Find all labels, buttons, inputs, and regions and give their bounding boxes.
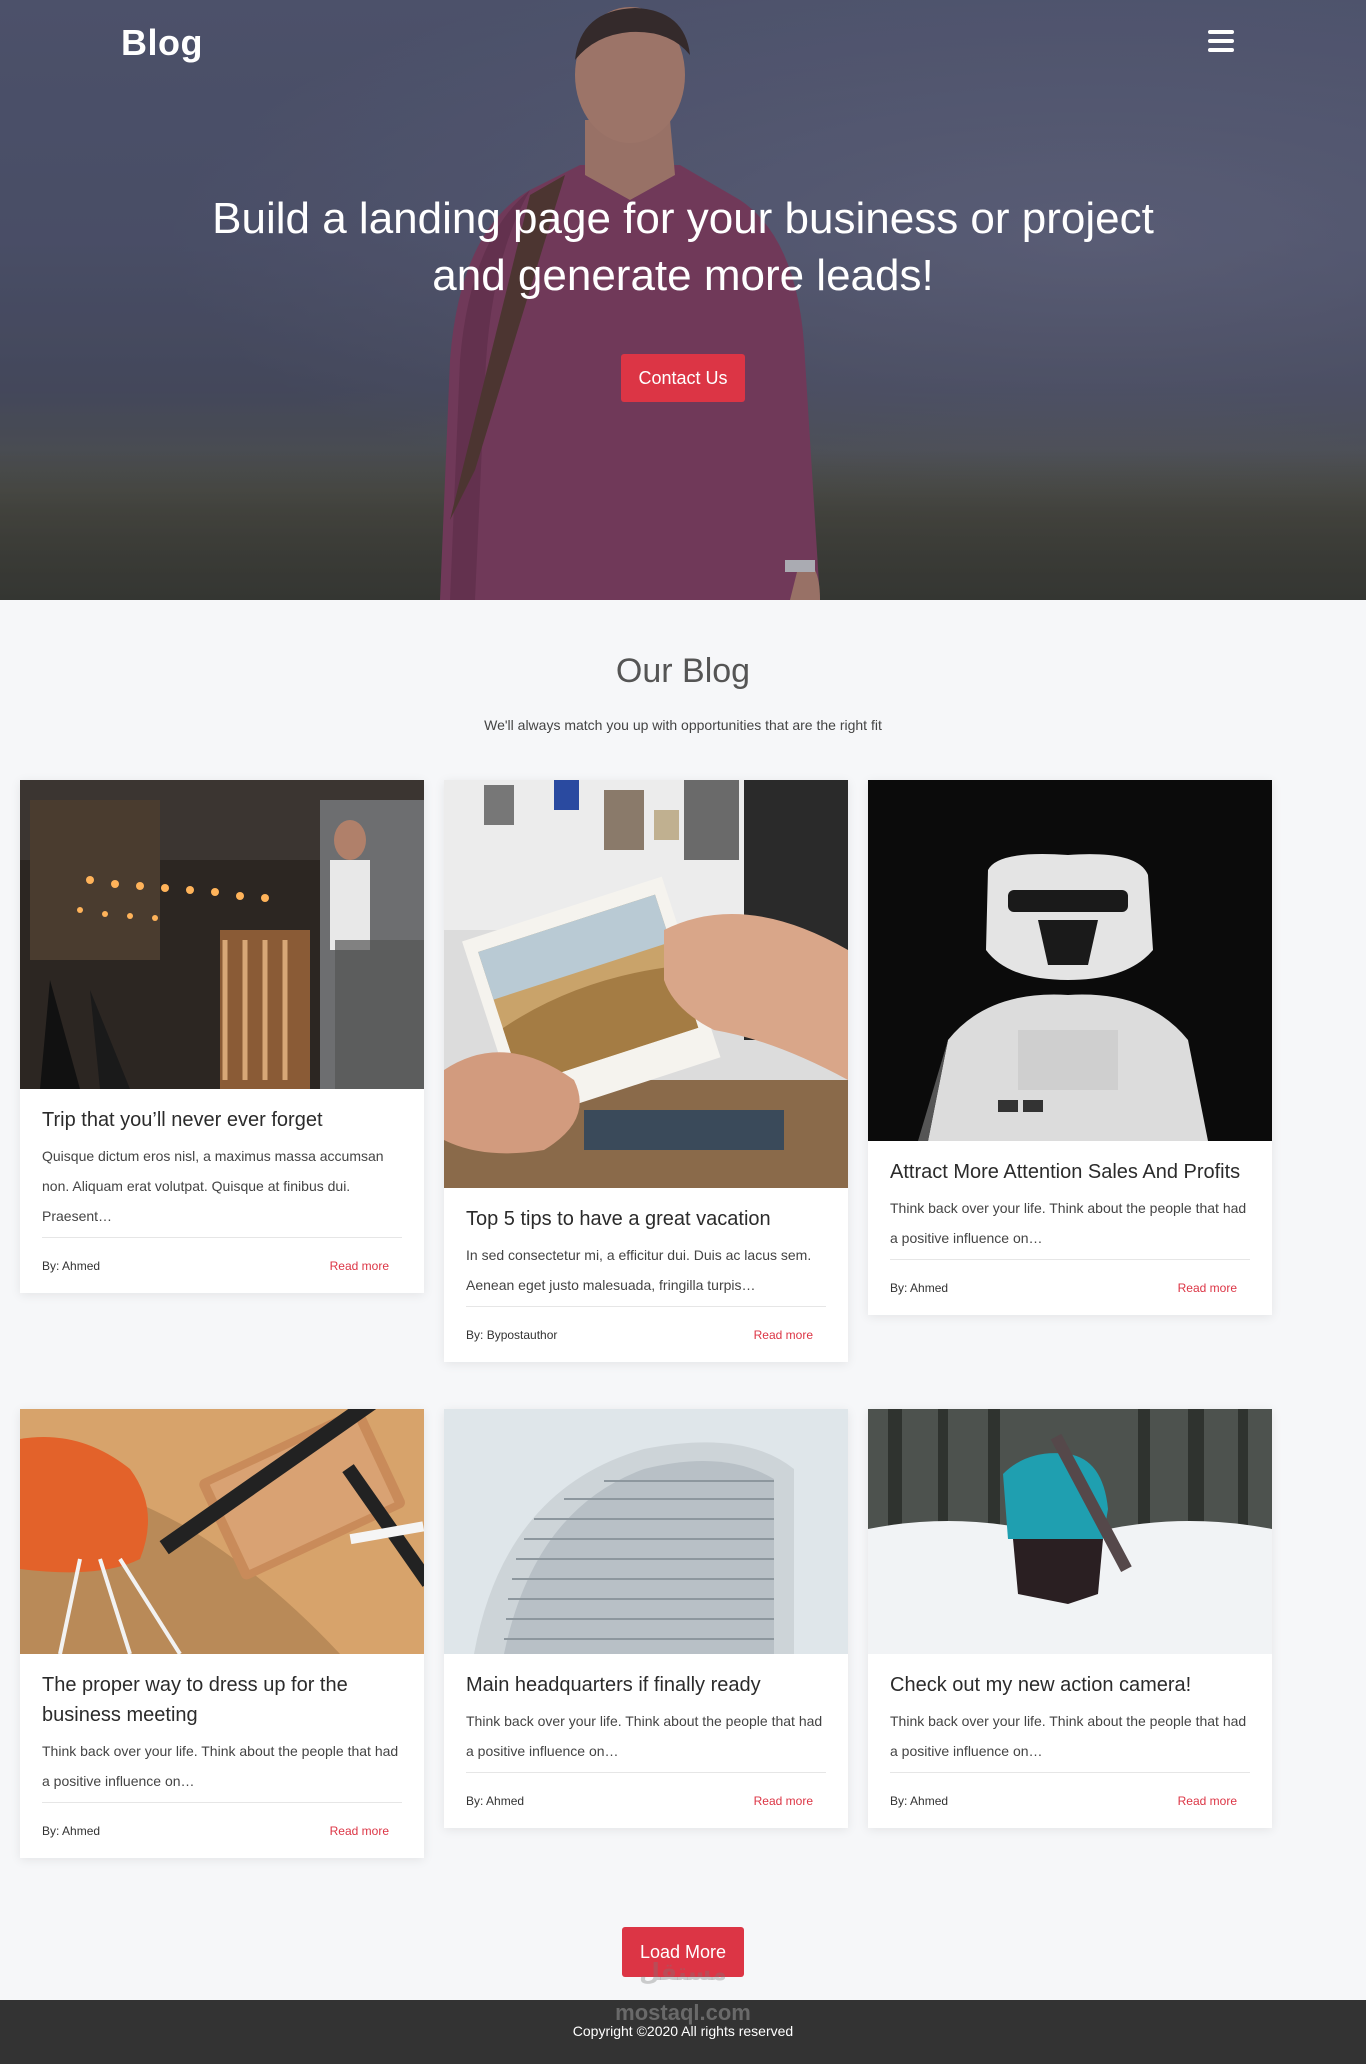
- blog-card[interactable]: Trip that you’ll never ever forget Quisq…: [20, 780, 424, 1293]
- author-name: Ahmed: [486, 1793, 525, 1808]
- card-footer: By: Bypostauthor Read more: [466, 1306, 826, 1362]
- post-author: By: Ahmed: [42, 1259, 100, 1273]
- post-excerpt: Quisque dictum eros nisl, a maximus mass…: [42, 1148, 384, 1224]
- post-author: By: Ahmed: [466, 1794, 524, 1808]
- post-title[interactable]: The proper way to dress up for the busin…: [42, 1670, 402, 1730]
- blog-card[interactable]: Top 5 tips to have a great vacation In s…: [444, 780, 848, 1362]
- hamburger-menu-icon[interactable]: [1208, 30, 1234, 52]
- post-image-building[interactable]: [444, 1409, 848, 1654]
- hero-section: Blog Build a landing page for your busin…: [0, 0, 1366, 600]
- card-body: Attract More Attention Sales And Profits…: [868, 1141, 1272, 1315]
- post-excerpt: In sed consectetur mi, a efficitur dui. …: [466, 1247, 812, 1293]
- post-image-photo-print[interactable]: [444, 780, 848, 1188]
- card-body: Top 5 tips to have a great vacation In s…: [444, 1188, 848, 1362]
- contact-us-button[interactable]: Contact Us: [621, 354, 745, 402]
- author-name: Ahmed: [910, 1280, 949, 1295]
- post-image-stormtrooper[interactable]: [868, 780, 1272, 1141]
- post-image-restaurant[interactable]: [20, 780, 424, 1089]
- post-image-desk[interactable]: [20, 1409, 424, 1654]
- post-author: By: Ahmed: [890, 1794, 948, 1808]
- read-more-link[interactable]: Read more: [1178, 1281, 1237, 1295]
- read-more-link[interactable]: Read more: [1178, 1794, 1237, 1808]
- post-author: By: Bypostauthor: [466, 1328, 557, 1342]
- author-name: Bypostauthor: [486, 1327, 558, 1342]
- post-author: By: Ahmed: [890, 1281, 948, 1295]
- post-image: [868, 780, 1272, 1141]
- by-label: By:: [42, 1823, 60, 1838]
- blog-card[interactable]: Main headquarters if finally ready Think…: [444, 1409, 848, 1828]
- blog-subheading: We'll always match you up with opportuni…: [484, 717, 882, 733]
- post-image: [20, 780, 424, 1089]
- author-name: Ahmed: [62, 1258, 101, 1273]
- read-more-link[interactable]: Read more: [754, 1794, 813, 1808]
- menu-bar: [1208, 30, 1234, 34]
- card-footer: By: Ahmed Read more: [42, 1802, 402, 1858]
- post-excerpt: Think back over your life. Think about t…: [890, 1200, 1247, 1246]
- by-label: By:: [42, 1258, 60, 1273]
- card-footer: By: Ahmed Read more: [890, 1772, 1250, 1828]
- hero-title: Build a landing page for your business o…: [212, 194, 1154, 300]
- card-body: Check out my new action camera! Think ba…: [868, 1654, 1272, 1828]
- card-footer: By: Ahmed Read more: [466, 1772, 826, 1828]
- blog-heading: Our Blog: [615, 652, 751, 690]
- post-title[interactable]: Trip that you’ll never ever forget: [42, 1105, 402, 1135]
- by-label: By:: [890, 1280, 908, 1295]
- post-image-snow-hiker[interactable]: [868, 1409, 1272, 1654]
- card-body: The proper way to dress up for the busin…: [20, 1654, 424, 1858]
- read-more-link[interactable]: Read more: [330, 1259, 389, 1273]
- copyright-text: Copyright ©2020 All rights reserved: [572, 2023, 794, 2039]
- blog-card[interactable]: Attract More Attention Sales And Profits…: [868, 780, 1272, 1315]
- post-image: [20, 1409, 424, 1654]
- by-label: By:: [466, 1327, 484, 1342]
- by-label: By:: [890, 1793, 908, 1808]
- post-image: [444, 780, 848, 1188]
- card-body: Trip that you’ll never ever forget Quisq…: [20, 1089, 424, 1293]
- watermark-arabic: مستقل: [639, 1959, 727, 1986]
- card-body: Main headquarters if finally ready Think…: [444, 1654, 848, 1828]
- menu-bar: [1208, 39, 1234, 43]
- post-excerpt: Think back over your life. Think about t…: [890, 1713, 1247, 1759]
- read-more-link[interactable]: Read more: [330, 1824, 389, 1838]
- post-title[interactable]: Top 5 tips to have a great vacation: [466, 1204, 826, 1234]
- post-title[interactable]: Attract More Attention Sales And Profits: [890, 1157, 1250, 1187]
- post-excerpt: Think back over your life. Think about t…: [42, 1743, 399, 1789]
- site-logo[interactable]: Blog: [121, 22, 203, 64]
- blog-card[interactable]: The proper way to dress up for the busin…: [20, 1409, 424, 1858]
- post-excerpt: Think back over your life. Think about t…: [466, 1713, 823, 1759]
- post-title[interactable]: Main headquarters if finally ready: [466, 1670, 826, 1700]
- post-image: [444, 1409, 848, 1654]
- by-label: By:: [466, 1793, 484, 1808]
- read-more-link[interactable]: Read more: [754, 1328, 813, 1342]
- menu-bar: [1208, 48, 1234, 52]
- post-title[interactable]: Check out my new action camera!: [890, 1670, 1250, 1700]
- card-footer: By: Ahmed Read more: [890, 1259, 1250, 1315]
- author-name: Ahmed: [62, 1823, 101, 1838]
- post-image: [868, 1409, 1272, 1654]
- card-footer: By: Ahmed Read more: [42, 1237, 402, 1293]
- blog-card[interactable]: Check out my new action camera! Think ba…: [868, 1409, 1272, 1828]
- post-author: By: Ahmed: [42, 1824, 100, 1838]
- author-name: Ahmed: [910, 1793, 949, 1808]
